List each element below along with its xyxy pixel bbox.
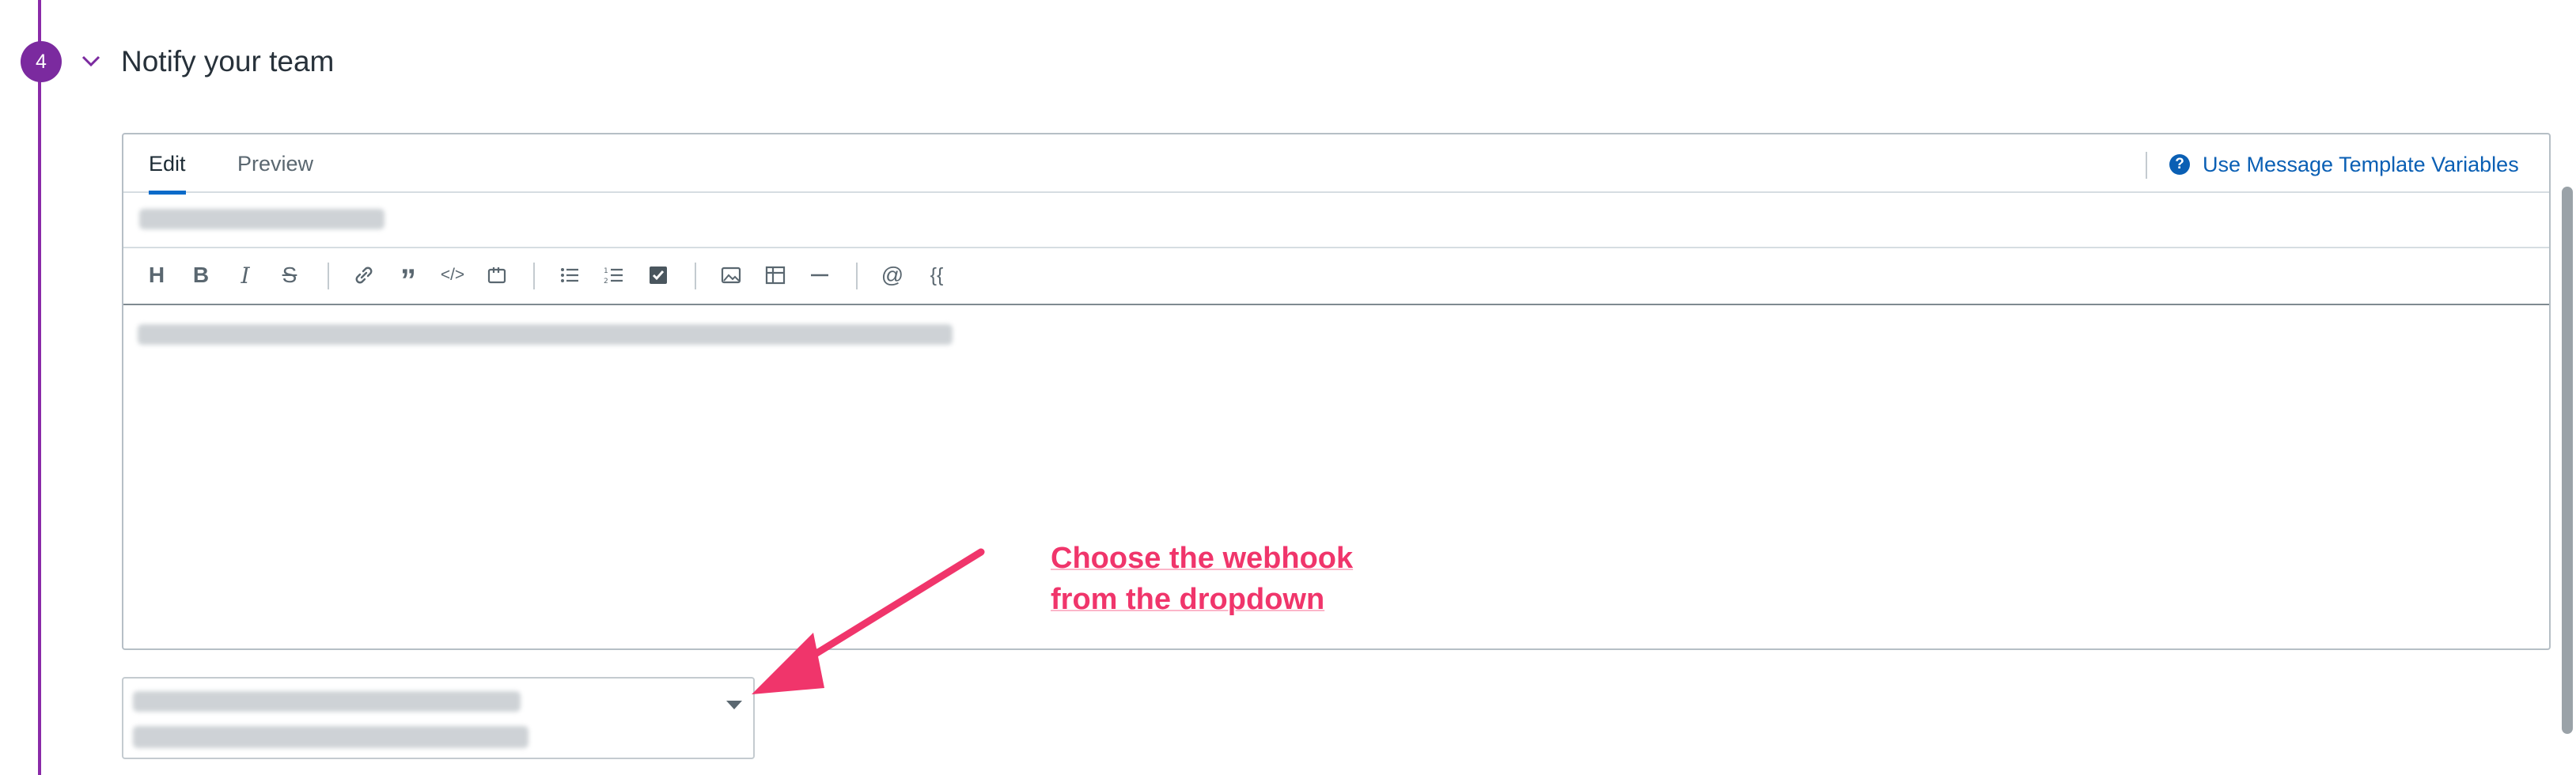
- mention-icon[interactable]: @: [877, 259, 908, 291]
- annotation-line-1: Choose the webhook: [1051, 542, 1354, 575]
- horizontal-rule-icon[interactable]: [804, 259, 835, 291]
- redacted-title: [139, 209, 385, 229]
- section-title: Notify your team: [121, 45, 335, 78]
- code-icon[interactable]: </>: [437, 259, 468, 291]
- toolbar-divider: [695, 263, 696, 289]
- annotation-line-2: from the dropdown: [1051, 583, 1325, 616]
- italic-icon[interactable]: I: [229, 259, 261, 291]
- checklist-icon[interactable]: [642, 259, 674, 291]
- webhook-dropdown[interactable]: [122, 677, 755, 759]
- tab-preview[interactable]: Preview: [237, 134, 313, 193]
- heading-icon[interactable]: H: [141, 259, 172, 291]
- redacted-dropdown-value: [133, 691, 521, 712]
- link-icon[interactable]: [348, 259, 380, 291]
- redacted-body-text: [138, 324, 953, 345]
- bold-icon[interactable]: B: [185, 259, 217, 291]
- table-icon[interactable]: [760, 259, 791, 291]
- formatting-toolbar: H B I S ” </> 12 @ {{: [123, 248, 2549, 305]
- redacted-dropdown-value: [133, 726, 528, 748]
- chevron-down-icon[interactable]: [79, 49, 103, 73]
- code-block-icon[interactable]: [481, 259, 513, 291]
- editor-tabs: Edit Preview ? Use Message Template Vari…: [123, 134, 2549, 195]
- strikethrough-icon[interactable]: S: [274, 259, 305, 291]
- annotation-arrow: [752, 548, 985, 694]
- template-variables-link[interactable]: ? Use Message Template Variables: [2169, 149, 2519, 180]
- tab-divider: [2146, 152, 2147, 179]
- message-title-input[interactable]: [123, 193, 2549, 248]
- template-variables-label: Use Message Template Variables: [2203, 152, 2519, 176]
- annotation-callout: Choose the webhook from the dropdown: [1051, 538, 1462, 620]
- toolbar-divider: [328, 263, 329, 289]
- template-variable-icon[interactable]: {{: [921, 259, 953, 291]
- svg-text:2: 2: [604, 278, 608, 285]
- step-number-badge: 4: [21, 41, 62, 82]
- quote-icon[interactable]: ”: [392, 259, 424, 298]
- page-scrollbar[interactable]: [2562, 187, 2573, 734]
- image-icon[interactable]: [715, 259, 747, 291]
- toolbar-divider: [533, 263, 535, 289]
- toolbar-divider: [856, 263, 858, 289]
- tab-edit[interactable]: Edit: [149, 134, 186, 195]
- svg-text:1: 1: [604, 267, 608, 275]
- numbered-list-icon[interactable]: 12: [598, 259, 630, 291]
- help-icon: ?: [2169, 154, 2190, 175]
- step-rail: [38, 0, 41, 775]
- bulleted-list-icon[interactable]: [554, 259, 585, 291]
